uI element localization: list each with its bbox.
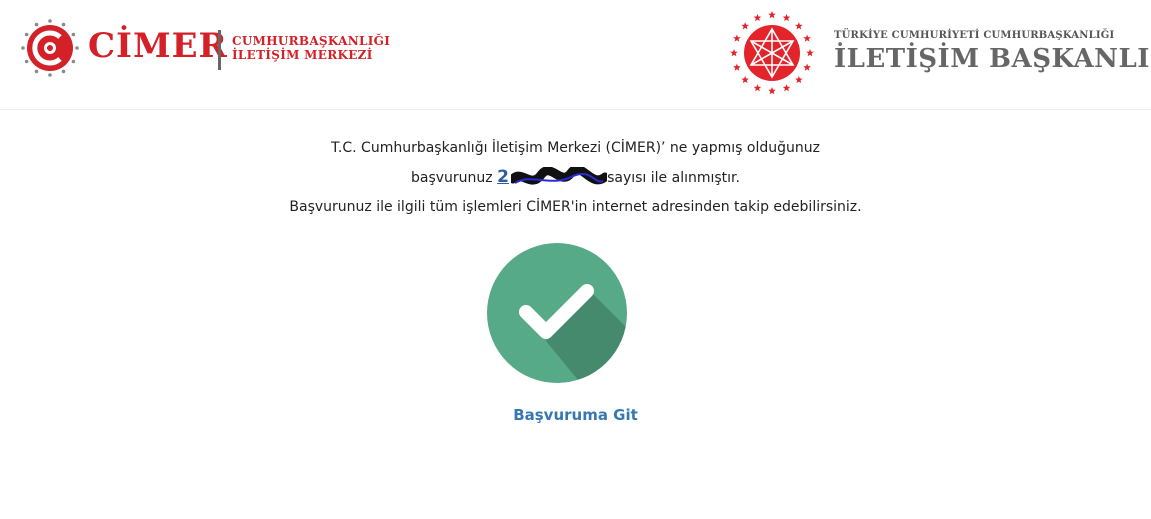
message-line-3: Başvurunuz ile ilgili tüm işlemleri CİME… xyxy=(289,199,862,215)
emblem-star xyxy=(768,87,776,95)
emblem-star xyxy=(741,75,749,84)
emblem-star xyxy=(768,11,776,19)
emblem-star xyxy=(803,34,811,42)
iletisim-title: İLETİŞİM BAŞKANLIĞI xyxy=(834,44,1151,74)
logo-divider xyxy=(218,30,221,70)
confirmation-message: T.C. Cumhurbaşkanlığı İletişim Merkezi (… xyxy=(0,134,1151,222)
message-line-1: T.C. Cumhurbaşkanlığı İletişim Merkezi (… xyxy=(331,140,820,156)
emblem-star xyxy=(741,22,749,30)
emblem-star xyxy=(753,84,762,92)
cimer-subtitle: CUMHURBAŞKANLIĞI İLETİŞİM MERKEZİ xyxy=(232,34,390,62)
message-line-2: başvurunuz 2 sayısı ile alınmıştır. xyxy=(0,163,1151,193)
message-line-2-suffix: sayısı ile alınmıştır. xyxy=(607,170,740,186)
iletisim-emblem-icon xyxy=(730,11,814,95)
emblem-star xyxy=(795,75,803,84)
emblem-star xyxy=(795,22,803,30)
emblem-star xyxy=(782,13,791,22)
iletisim-subtitle: TÜRKİYE CUMHURİYETİ CUMHURBAŞKANLIĞI xyxy=(834,30,1115,41)
emblem-star xyxy=(806,49,814,57)
emblem-star xyxy=(782,84,791,92)
emblem-star xyxy=(803,63,811,71)
cimer-subtitle-line2: İLETİŞİM MERKEZİ xyxy=(232,48,373,62)
cimer-logo-icon xyxy=(21,19,79,77)
redaction-scribble xyxy=(511,167,608,185)
emblem-star xyxy=(733,63,741,71)
reference-number-wrap: 2 xyxy=(497,163,608,193)
cimer-subtitle-line1: CUMHURBAŞKANLIĞI xyxy=(232,34,391,48)
reference-number-link[interactable]: 2 xyxy=(497,163,509,192)
go-to-application-link[interactable]: Başvuruma Git xyxy=(0,406,1151,424)
emblem-star xyxy=(730,49,738,57)
page-header: CİMER CUMHURBAŞKANLIĞI İLETİŞİM MERKEZİ … xyxy=(0,0,1151,110)
cimer-wordmark: CİMER xyxy=(88,26,228,66)
message-line-2-prefix: başvurunuz xyxy=(411,170,498,186)
emblem-star xyxy=(753,13,762,22)
emblem-star xyxy=(733,34,741,42)
success-check-icon xyxy=(487,243,627,383)
